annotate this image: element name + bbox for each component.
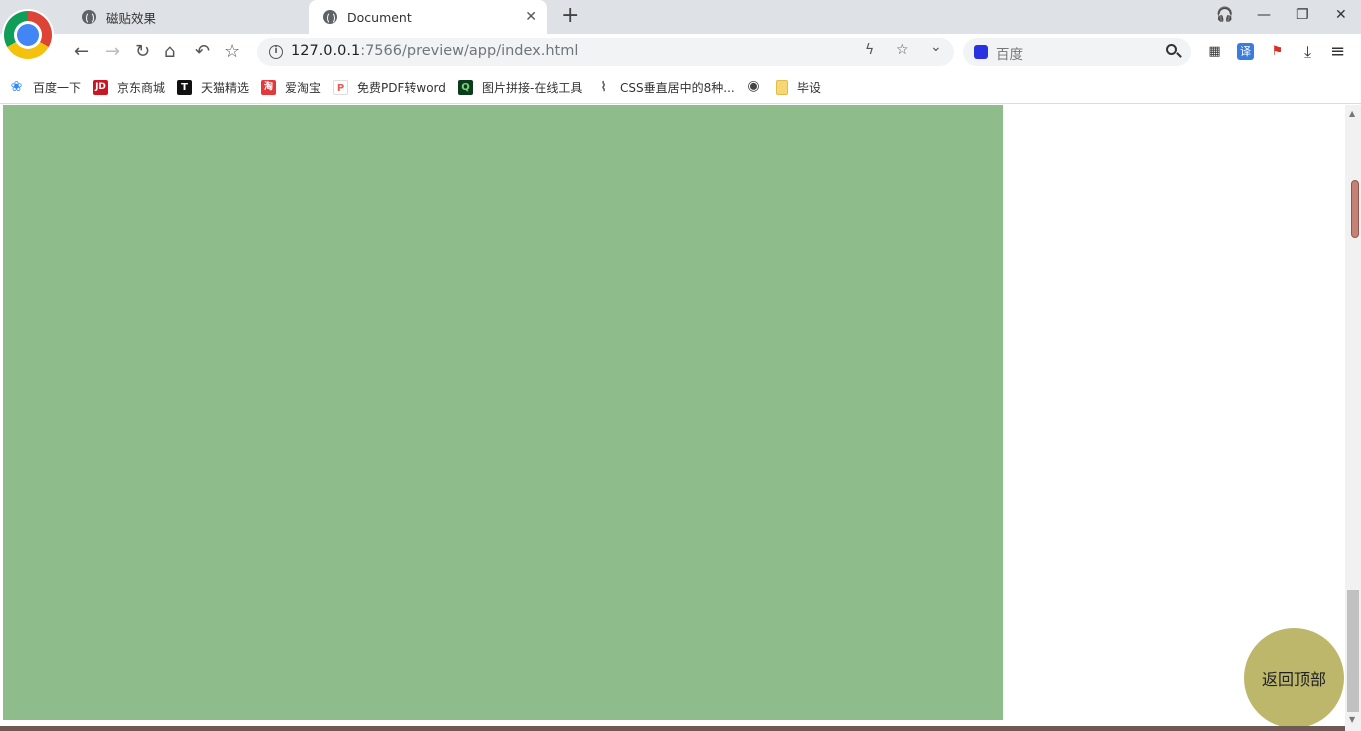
bookmark-label: CSS垂直居中的8种... [620,81,735,95]
pdf-icon[interactable]: ⚑ [1269,43,1286,60]
content-block [3,105,1003,720]
back-button[interactable]: ← [74,40,89,64]
close-window-button[interactable]: ✕ [1335,7,1347,23]
site-info-icon[interactable]: i [269,45,283,59]
page-viewport: 返回顶部 [0,105,1345,731]
bookmark-star-icon[interactable]: ☆ [896,42,909,58]
bookmark-label: 天猫精选 [201,81,250,95]
image-tool-icon: Q [458,80,473,95]
bookmark-item[interactable]: 淘 爱淘宝 [261,79,321,96]
tab-strip: 磁贴效果 Document ✕ + 🎧 — ❐ ✕ [0,0,1361,34]
tmall-icon: T [177,80,192,95]
scroll-up-icon[interactable]: ▲ [1349,109,1355,118]
bookmarks-bar: ❀ 百度一下 JD 京东商城 T 天猫精选 淘 爱淘宝 P 免费PDF转word… [0,70,1361,104]
globe-icon [82,10,96,24]
bookmark-item[interactable]: ❀ 百度一下 [9,79,81,96]
home-button[interactable]: ⌂ [164,40,175,64]
minimize-button[interactable]: — [1257,7,1271,23]
bookmark-item[interactable]: Q 图片拼接-在线工具 [458,79,582,96]
bookmark-item[interactable]: JD 京东商城 [93,79,165,96]
favorites-button[interactable]: ☆ [224,40,240,64]
browser-logo-icon[interactable] [4,11,52,59]
css-icon: ⌇ [600,80,607,95]
bookmark-label: 免费PDF转word [357,81,446,95]
bookmark-item[interactable]: ◉ [746,79,770,94]
search-input[interactable]: 百度 [996,43,1023,63]
taobao-icon: 淘 [261,80,276,95]
bookmark-label: 京东商城 [117,81,166,95]
qr-code-icon[interactable]: ▦ [1206,43,1223,60]
url-path: :7566/preview/app/index.html [360,43,579,59]
chevron-down-icon[interactable]: ⌄ [930,39,942,55]
tab-title: Document [347,9,412,25]
bookmark-item[interactable]: P 免费PDF转word [333,79,446,96]
search-icon[interactable] [1166,44,1177,55]
tab-title: 磁贴效果 [106,10,157,26]
pdf-icon: P [333,80,348,95]
bookmark-item[interactable]: ⌇ CSS垂直居中的8种... [596,79,735,96]
url-text[interactable]: 127.0.0.1:7566/preview/app/index.html [291,43,578,59]
bookmark-label: 毕设 [797,81,822,95]
menu-icon[interactable]: ≡ [1329,43,1346,61]
translate-icon[interactable]: 译 [1237,43,1254,60]
bookmark-label: 图片拼接-在线工具 [482,81,583,95]
bookmark-label: 百度一下 [33,81,82,95]
scrollbar-thumb[interactable] [1347,590,1359,712]
bookmark-item[interactable]: T 天猫精选 [177,79,249,96]
back-to-top-button[interactable]: 返回顶部 [1244,628,1344,728]
baidu-paw-icon: ❀ [10,79,23,95]
tab-document[interactable]: Document ✕ [309,0,547,34]
bookmark-folder[interactable]: 毕设 [776,79,821,96]
close-tab-icon[interactable]: ✕ [525,9,537,25]
reload-button[interactable]: ↻ [135,40,150,64]
restore-button[interactable]: ❐ [1296,7,1309,23]
tab-magnet-effect[interactable]: 磁贴效果 [68,0,306,34]
globe-icon: ◉ [747,78,760,94]
page-bottom-edge [0,726,1345,731]
new-tab-button[interactable]: + [561,5,579,27]
search-box[interactable]: 百度 [963,38,1191,66]
bookmark-label: 爱淘宝 [285,81,322,95]
headset-icon[interactable]: 🎧 [1216,7,1233,23]
download-icon[interactable]: ⤓ [1299,43,1316,60]
scroll-down-icon[interactable]: ▼ [1349,715,1355,724]
globe-icon [323,10,337,24]
baidu-icon [974,45,988,59]
jd-icon: JD [93,80,108,95]
forward-button[interactable]: → [105,40,120,64]
undo-close-button[interactable]: ↶ [195,40,210,64]
folder-icon [776,80,788,95]
lightning-icon[interactable]: ϟ [865,42,874,58]
url-host: 127.0.0.1 [291,43,361,59]
address-bar[interactable]: i 127.0.0.1:7566/preview/app/index.html … [257,38,954,66]
side-scroll-handle[interactable] [1351,180,1359,238]
toolbar: ← → ↻ ⌂ ↶ ☆ i 127.0.0.1:7566/preview/app… [0,34,1361,70]
